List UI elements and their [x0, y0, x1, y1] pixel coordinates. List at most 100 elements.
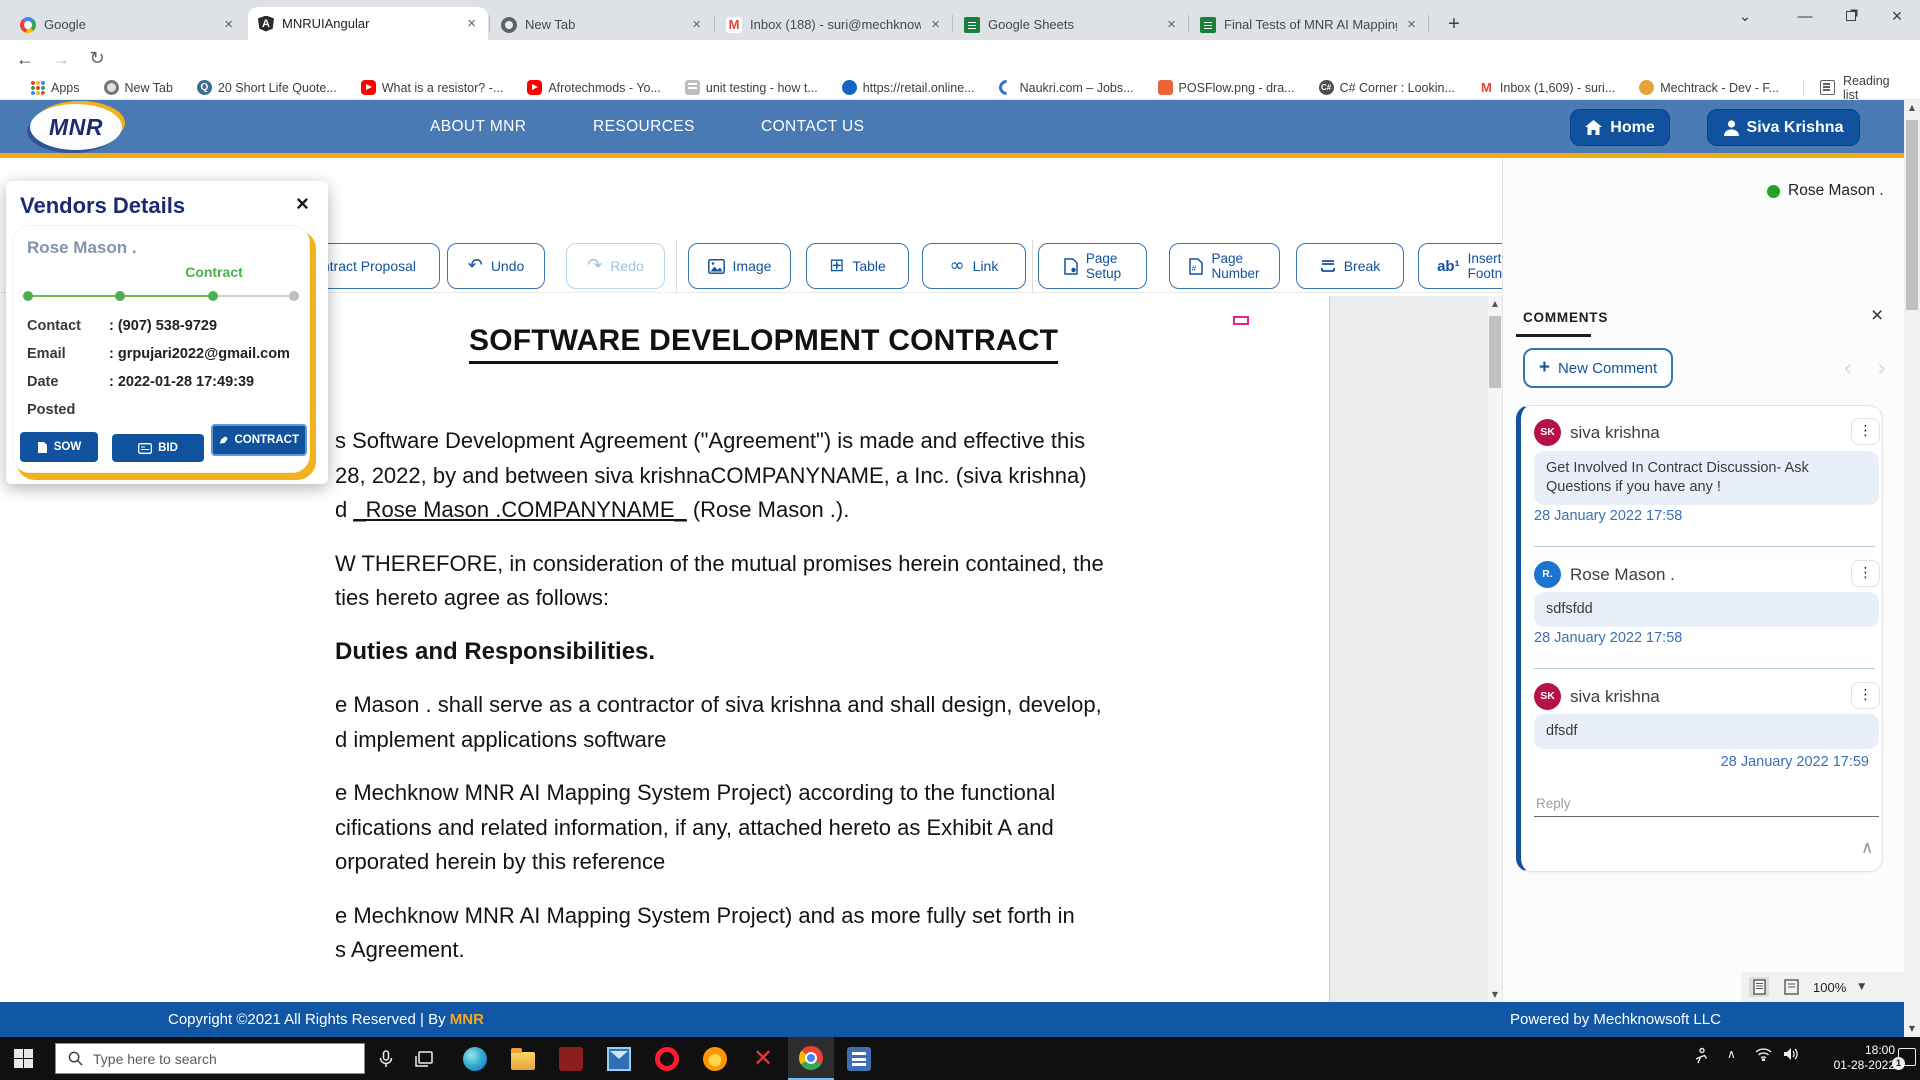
- taskbar-clock[interactable]: 18:00 01-28-2022: [1815, 1043, 1895, 1073]
- search-placeholder: Type here to search: [93, 1051, 217, 1067]
- taskbar-app-firefox[interactable]: [692, 1037, 738, 1080]
- browser-tab-inbox[interactable]: Inbox (188) - suri@mechknowsof ×: [716, 9, 952, 40]
- bookmark-naukri[interactable]: Naukri.com – Jobs...: [999, 80, 1134, 95]
- bookmark-quotes[interactable]: Q20 Short Life Quote...: [197, 80, 337, 95]
- nav-about-mnr[interactable]: ABOUT MNR: [430, 100, 526, 153]
- reading-list-button[interactable]: Reading list: [1803, 74, 1908, 102]
- taskbar-app-calculator[interactable]: [836, 1037, 882, 1080]
- taskbar-app-file-explorer[interactable]: [500, 1037, 546, 1080]
- home-button[interactable]: Home: [1570, 109, 1670, 146]
- contract-button[interactable]: CONTRACT: [211, 424, 307, 456]
- tab-close-icon[interactable]: ×: [1403, 16, 1420, 33]
- undo-button[interactable]: ↶Undo: [447, 243, 545, 289]
- footer-brand[interactable]: MNR: [450, 1011, 484, 1028]
- bookmark-posflow[interactable]: POSFlow.png - dra...: [1158, 80, 1295, 95]
- document-title: SOFTWARE DEVELOPMENT CONTRACT: [469, 324, 1058, 364]
- page-setup-button[interactable]: PageSetup: [1038, 243, 1147, 289]
- bookmark-afrotechmods[interactable]: Afrotechmods - Yo...: [527, 80, 661, 95]
- task-view-icon[interactable]: [410, 1045, 438, 1073]
- sow-button[interactable]: SOW: [20, 432, 98, 462]
- prev-comment-chevron-icon[interactable]: ‹: [1843, 354, 1853, 382]
- bid-button[interactable]: BID: [112, 434, 204, 462]
- browser-scrollbar[interactable]: ▲ ▼: [1904, 100, 1920, 1037]
- bookmark-new-tab[interactable]: New Tab: [104, 80, 173, 95]
- taskbar-app-chrome-active[interactable]: [788, 1037, 834, 1080]
- image-button[interactable]: Image: [688, 243, 791, 289]
- comment-menu-kebab-icon[interactable]: ⋮: [1851, 560, 1880, 587]
- bookmark-csharp-corner[interactable]: C#C# Corner : Lookin...: [1319, 80, 1455, 95]
- scrollbar-thumb[interactable]: [1906, 120, 1918, 310]
- bookmark-apps[interactable]: Apps: [30, 80, 80, 95]
- cortana-mic-icon[interactable]: [372, 1045, 400, 1073]
- bookmark-inbox[interactable]: Inbox (1,609) - suri...: [1479, 80, 1615, 95]
- scroll-down-icon[interactable]: ▼: [1904, 1021, 1920, 1037]
- reply-input[interactable]: [1534, 791, 1879, 817]
- tab-close-icon[interactable]: ×: [927, 16, 944, 33]
- comment-text: dfsdf: [1534, 714, 1879, 749]
- comment-thread-card: SK siva krishna ⋮ Get Involved In Contra…: [1516, 405, 1883, 872]
- reload-icon[interactable]: ↻: [84, 46, 110, 72]
- zoom-caret-icon[interactable]: ▼: [1858, 982, 1865, 992]
- redo-button[interactable]: ↷Redo: [566, 243, 665, 289]
- taskbar-app-opera[interactable]: [644, 1037, 690, 1080]
- taskbar-search-box[interactable]: Type here to search: [55, 1043, 365, 1074]
- drawing-file-icon: [1158, 80, 1173, 95]
- single-page-view-icon[interactable]: [1749, 977, 1769, 997]
- tab-search-chevron-icon[interactable]: ⌄: [1722, 0, 1768, 32]
- browser-tab-mnruiangular[interactable]: A MNRUIAngular ×: [248, 7, 488, 40]
- document-scrollbar[interactable]: ▲ ▼: [1488, 296, 1502, 1002]
- tray-people-icon[interactable]: [1693, 1047, 1708, 1068]
- bookmark-mechtrack[interactable]: Mechtrack - Dev - F...: [1639, 80, 1779, 95]
- browser-tab-sheets[interactable]: Google Sheets ×: [954, 9, 1188, 40]
- scroll-up-icon[interactable]: ▲: [1904, 100, 1920, 116]
- break-button[interactable]: Break: [1296, 243, 1404, 289]
- browser-tab-google[interactable]: Google ×: [10, 9, 245, 40]
- bookmark-resistor-video[interactable]: What is a resistor? -...: [361, 80, 504, 95]
- zoom-level[interactable]: 100%: [1813, 980, 1846, 995]
- comment-menu-kebab-icon[interactable]: ⋮: [1851, 682, 1880, 709]
- tray-chevron-up-icon[interactable]: ∧: [1727, 1047, 1736, 1061]
- scroll-down-icon[interactable]: ▼: [1488, 987, 1502, 1002]
- fit-page-view-icon[interactable]: [1781, 977, 1801, 997]
- bookmark-retail-online[interactable]: https://retail.online...: [842, 80, 975, 95]
- collapse-chevron-icon[interactable]: ∧: [1861, 838, 1873, 858]
- browser-tab-final-tests[interactable]: Final Tests of MNR AI Mapping S ×: [1190, 9, 1428, 40]
- taskbar-app-mail[interactable]: [596, 1037, 642, 1080]
- comment-anchor-marker[interactable]: [1233, 316, 1249, 325]
- taskbar-app-store[interactable]: [548, 1037, 594, 1080]
- popup-close-icon[interactable]: ×: [296, 191, 309, 217]
- forward-icon[interactable]: →: [48, 46, 74, 72]
- link-button[interactable]: ∞Link: [922, 243, 1026, 289]
- new-tab-button[interactable]: +: [1438, 8, 1470, 40]
- taskbar-app-adobe[interactable]: ✕: [740, 1037, 786, 1080]
- comments-close-icon[interactable]: ×: [1871, 304, 1883, 328]
- window-minimize-button[interactable]: —: [1782, 0, 1828, 32]
- tab-close-icon[interactable]: ×: [463, 15, 480, 32]
- comment-menu-kebab-icon[interactable]: ⋮: [1851, 418, 1880, 445]
- next-comment-chevron-icon[interactable]: ›: [1877, 354, 1887, 382]
- action-center-icon[interactable]: 1: [1898, 1048, 1916, 1066]
- field-label: Email: [27, 346, 66, 362]
- volume-icon[interactable]: [1784, 1047, 1800, 1065]
- table-button[interactable]: ⊞Table: [806, 243, 909, 289]
- tab-close-icon[interactable]: ×: [1163, 16, 1180, 33]
- tab-close-icon[interactable]: ×: [220, 16, 237, 33]
- scroll-up-icon[interactable]: ▲: [1488, 296, 1502, 311]
- browser-tab-newtab[interactable]: New Tab ×: [491, 9, 713, 40]
- back-icon[interactable]: ←: [12, 46, 38, 72]
- taskbar-app-edge[interactable]: [452, 1037, 498, 1080]
- window-restore-button[interactable]: [1828, 0, 1874, 32]
- nav-resources[interactable]: RESOURCES: [593, 100, 695, 153]
- page-number-button[interactable]: # PageNumber: [1169, 243, 1280, 289]
- mnr-logo[interactable]: MNR: [30, 104, 122, 150]
- user-button[interactable]: Siva Krishna: [1707, 109, 1860, 146]
- nav-contact-us[interactable]: CONTACT US: [761, 100, 864, 153]
- bookmark-unit-testing[interactable]: unit testing - how t...: [685, 80, 818, 95]
- scrollbar-thumb[interactable]: [1489, 316, 1501, 388]
- tab-close-icon[interactable]: ×: [688, 16, 705, 33]
- time: 18:00: [1815, 1043, 1895, 1058]
- window-close-button[interactable]: ×: [1874, 0, 1920, 32]
- new-comment-button[interactable]: + New Comment: [1523, 348, 1673, 388]
- start-button[interactable]: [14, 1049, 33, 1068]
- wifi-icon[interactable]: [1755, 1047, 1772, 1065]
